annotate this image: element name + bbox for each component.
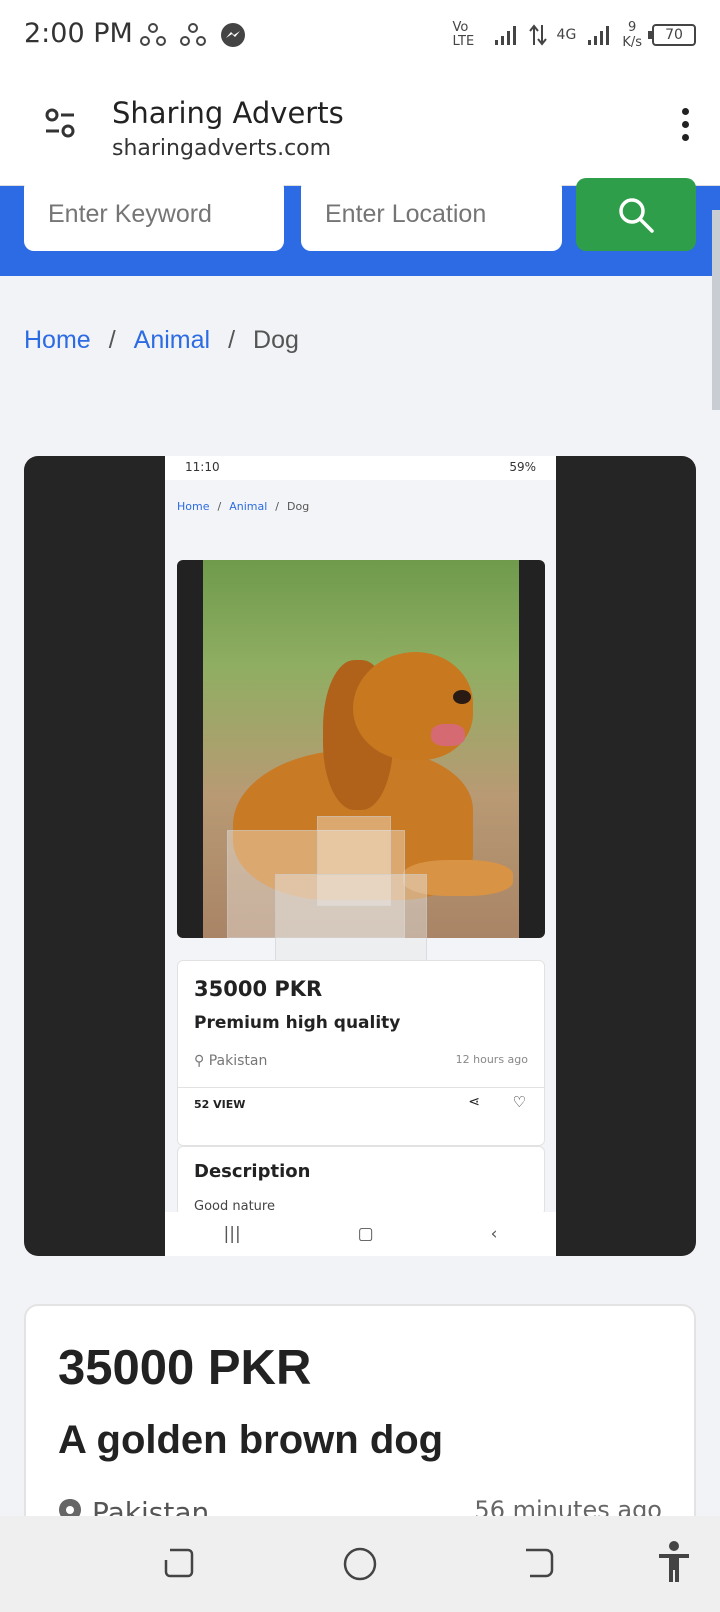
breadcrumb: Home / Animal / Dog <box>24 326 299 355</box>
photo-back-icon: ‹ <box>490 1224 498 1244</box>
signal-icon-2 <box>588 26 610 45</box>
photo-recents-icon: ||| <box>223 1224 241 1244</box>
status-bar: 2:00 PM Vo LTE 4G 9 K/s 70 <box>0 0 720 76</box>
site-title[interactable]: Sharing Adverts <box>112 96 344 130</box>
photo-price: 35000 PKR <box>194 977 323 1001</box>
photo-description-title: Description <box>194 1161 311 1182</box>
search-band <box>0 178 720 276</box>
breadcrumb-separator: / <box>108 326 116 354</box>
dog-tongue <box>431 724 465 746</box>
photo-crumb-sep: / <box>217 500 222 513</box>
photo-location-text: Pakistan <box>208 1053 268 1069</box>
photo-status-bar: 11:10 59% <box>165 456 556 480</box>
photo-title: Premium high quality <box>194 1013 401 1033</box>
breadcrumb-category[interactable]: Animal <box>134 326 210 355</box>
photo-time-ago: 12 hours ago <box>455 1053 528 1066</box>
photo-crumb-sep: / <box>275 500 279 513</box>
photo-status-battery: 59% <box>509 460 536 474</box>
photo-nav-bar: ||| ▢ ‹ <box>165 1212 556 1256</box>
search-icon <box>619 197 654 233</box>
photo-location: ⚲ Pakistan <box>194 1053 268 1069</box>
listing-price: 35000 PKR <box>58 1341 312 1395</box>
network-4g-label: 4G <box>556 27 577 43</box>
rotate-icon[interactable] <box>162 1546 196 1580</box>
home-icon[interactable] <box>342 1546 378 1582</box>
back-icon[interactable] <box>522 1546 556 1580</box>
photo-listing-card: 35000 PKR Premium high quality ⚲ Pakista… <box>177 960 545 1146</box>
browser-url-bar: Sharing Adverts sharingadverts.com <box>0 76 720 186</box>
keyword-input[interactable] <box>24 178 284 251</box>
photo-description-card: Description Good nature <box>177 1146 545 1216</box>
status-notification-icons <box>140 22 246 48</box>
listing-photo-screenshot: 11:10 59% Home / Animal / Dog 35000 PKR <box>165 456 556 1256</box>
volte-label: Vo LTE <box>452 20 475 49</box>
share-app-icon <box>140 23 166 46</box>
listing-title: A golden brown dog <box>58 1418 444 1462</box>
dog-nose <box>453 690 471 704</box>
more-options-icon[interactable] <box>678 108 692 141</box>
system-nav-bar <box>0 1516 720 1612</box>
site-settings-icon[interactable] <box>44 108 76 138</box>
network-speed-value: 9 <box>628 20 637 35</box>
accessibility-icon[interactable] <box>656 1540 692 1584</box>
photo-status-time: 11:10 <box>185 460 220 474</box>
photo-views: 52 VIEW <box>194 1098 246 1111</box>
photo-breadcrumb: Home / Animal / Dog <box>177 500 309 513</box>
photo-heart-icon: ♡ <box>512 1093 526 1111</box>
data-arrows-icon <box>528 24 547 46</box>
site-url[interactable]: sharingadverts.com <box>112 136 331 161</box>
breadcrumb-current: Dog <box>253 326 299 354</box>
photo-views-row: 52 VIEW ⋖ ♡ <box>178 1087 544 1121</box>
share-app-icon-2 <box>180 23 206 46</box>
page-scrollbar[interactable] <box>712 210 720 410</box>
status-time: 2:00 PM <box>24 18 133 49</box>
listing-image[interactable]: 11:10 59% Home / Animal / Dog 35000 PKR <box>24 456 696 1256</box>
location-input[interactable] <box>301 178 562 251</box>
messenger-icon <box>221 23 245 47</box>
photo-crumb-category: Animal <box>229 500 268 513</box>
photo-share-icon: ⋖ <box>468 1094 480 1110</box>
breadcrumb-separator: / <box>228 326 236 354</box>
photo-home-icon: ▢ <box>357 1224 374 1244</box>
battery-icon: 70 <box>648 24 696 46</box>
network-speed: 9 K/s <box>622 20 642 50</box>
network-speed-unit: K/s <box>622 35 642 50</box>
photo-crumb-current: Dog <box>287 500 310 513</box>
signal-icon <box>494 26 516 45</box>
breadcrumb-home[interactable]: Home <box>24 326 91 355</box>
status-system-icons: Vo LTE 4G 9 K/s 70 <box>453 20 696 50</box>
photo-crumb-home: Home <box>177 500 210 513</box>
search-button[interactable] <box>576 178 696 251</box>
